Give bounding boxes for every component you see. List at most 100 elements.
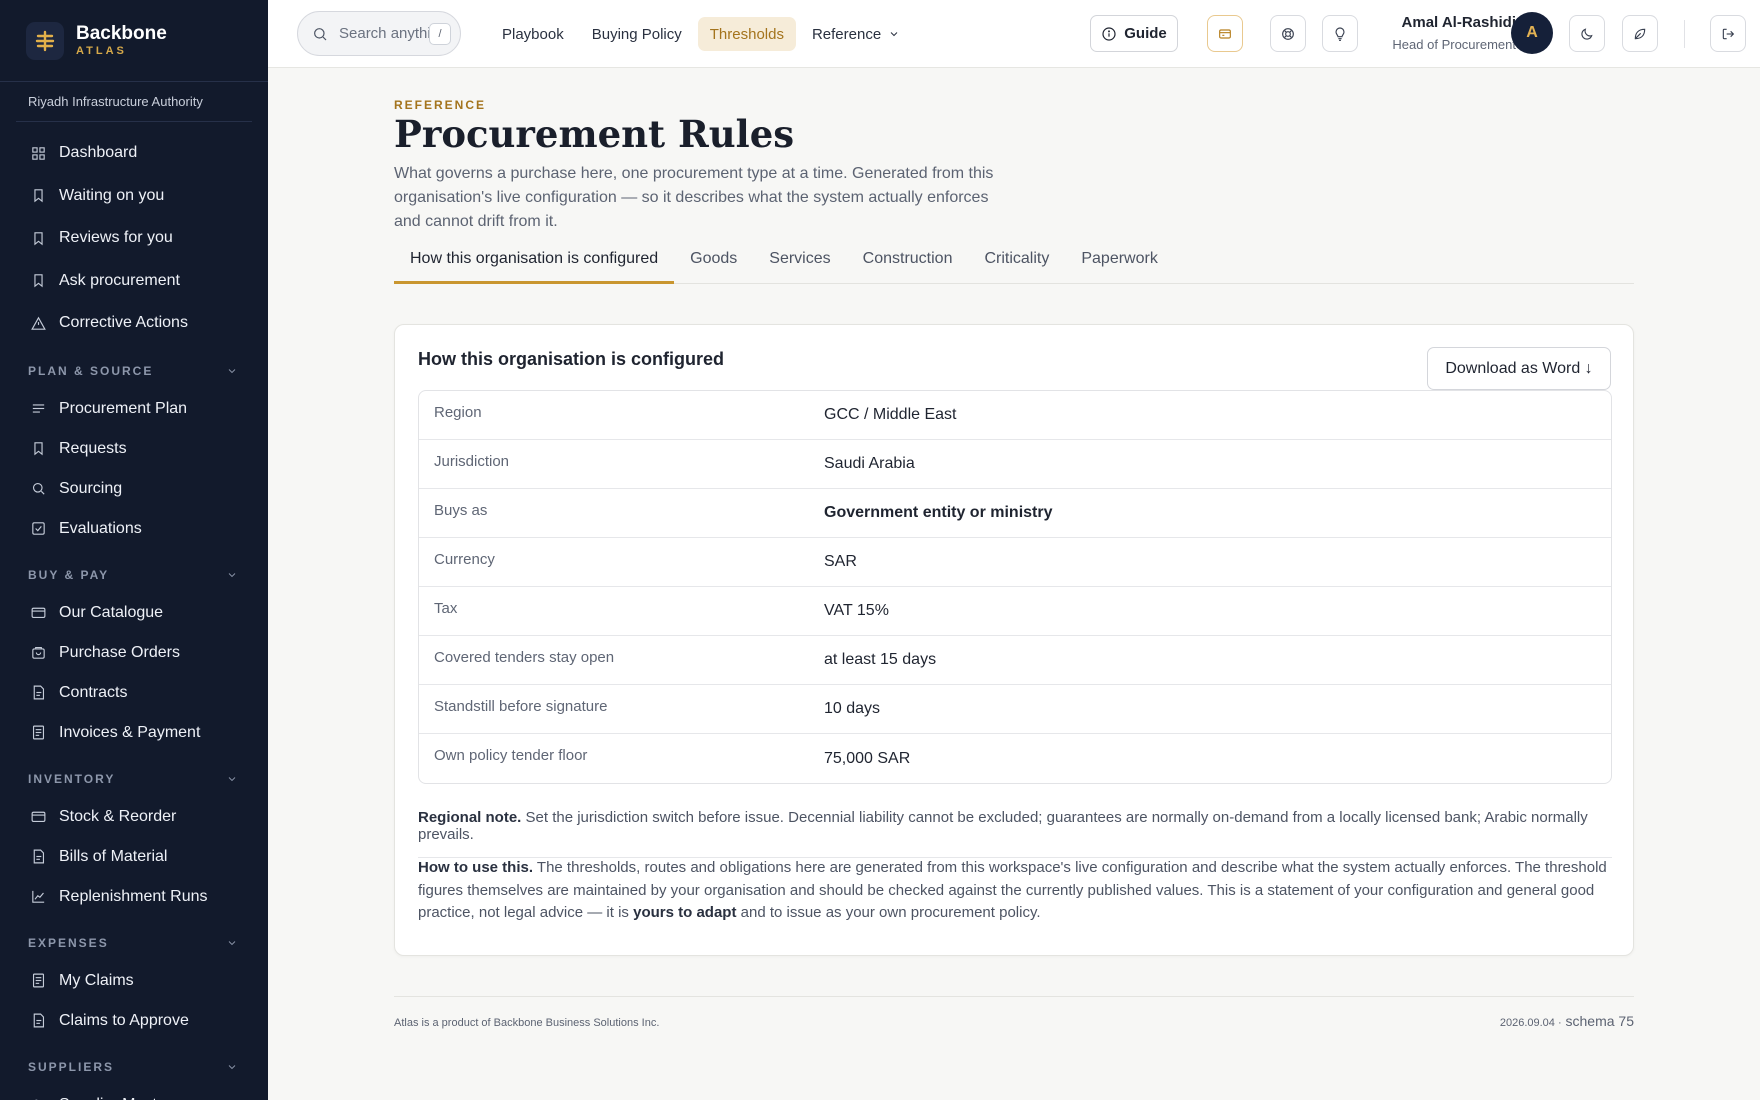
- sidebar-item-purchase-orders[interactable]: Purchase Orders: [0, 633, 268, 673]
- organisation-name: Riyadh Infrastructure Authority: [16, 82, 252, 122]
- page-eyebrow: REFERENCE: [394, 98, 487, 112]
- bookmark-icon: [28, 271, 48, 291]
- tab-goods[interactable]: Goods: [674, 250, 753, 284]
- footer-version: 2026.09.04 · schema 75: [1500, 1013, 1634, 1029]
- topnav-buying-policy[interactable]: Buying Policy: [580, 17, 694, 51]
- sidebar-item-reviews-for-you[interactable]: Reviews for you: [0, 217, 268, 260]
- search-input[interactable]: [339, 25, 429, 42]
- sidebar-item-procurement-plan[interactable]: Procurement Plan: [0, 389, 268, 429]
- sidebar-section-label: PLAN & SOURCE: [28, 363, 154, 378]
- tab-how-this-organisation-is-configured[interactable]: How this organisation is configured: [394, 250, 675, 284]
- sidebar-section-expenses[interactable]: EXPENSES: [0, 925, 268, 961]
- tab-paperwork[interactable]: Paperwork: [1065, 250, 1173, 284]
- receipt-icon: [28, 723, 48, 743]
- how-to-note: How to use this. The thresholds, routes …: [418, 857, 1612, 925]
- sidebar-item-dashboard[interactable]: Dashboard: [0, 132, 268, 175]
- sidebar-section-plan-and-source[interactable]: PLAN & SOURCE: [0, 353, 268, 389]
- logout-button[interactable]: [1710, 15, 1746, 52]
- info-icon: [1102, 26, 1116, 41]
- theme-button[interactable]: [1622, 15, 1658, 52]
- regional-note: Regional note. Set the jurisdiction swit…: [418, 809, 1612, 858]
- row-value: at least 15 days: [824, 651, 937, 668]
- search-box[interactable]: /: [297, 11, 461, 56]
- row-key: Currency: [434, 550, 495, 568]
- table-row: Tax VAT 15%: [419, 587, 1611, 636]
- row-value: 10 days: [824, 700, 881, 717]
- tab-construction[interactable]: Construction: [847, 250, 969, 284]
- tab-bar: How this organisation is configured Goods…: [394, 250, 1634, 284]
- document-icon: [28, 683, 48, 703]
- sidebar-item-contracts[interactable]: Contracts: [0, 673, 268, 713]
- sidebar-item-my-claims[interactable]: My Claims: [0, 961, 268, 1001]
- sidebar-item-requests[interactable]: Requests: [0, 429, 268, 469]
- sidebar-item-label: Our Catalogue: [59, 603, 164, 621]
- sidebar-item-label: Purchase Orders: [59, 643, 180, 661]
- page-intro: What governs a purchase here, one procur…: [394, 165, 994, 230]
- sidebar-item-stock-and-reorder[interactable]: Stock & Reorder: [0, 797, 268, 837]
- sidebar-item-label: Evaluations: [59, 519, 142, 537]
- how-to-end: and to issue as your own procurement pol…: [740, 904, 1041, 921]
- download-word-button[interactable]: Download as Word ↓: [1427, 347, 1611, 390]
- sidebar-item-replenishment-runs[interactable]: Replenishment Runs: [0, 877, 268, 917]
- page-title: Procurement Rules: [394, 112, 795, 156]
- bag-icon: [28, 643, 48, 663]
- sidebar-item-label: Ask procurement: [59, 271, 180, 289]
- tab-services[interactable]: Services: [753, 250, 846, 284]
- sidebar-section-suppliers[interactable]: SUPPLIERS: [0, 1049, 268, 1085]
- sidebar-item-ask-procurement[interactable]: Ask procurement: [0, 260, 268, 303]
- sidebar-item-label: Contracts: [59, 683, 128, 701]
- sidebar-item-evaluations[interactable]: Evaluations: [0, 509, 268, 549]
- topnav-reference[interactable]: Reference: [800, 17, 912, 51]
- brand[interactable]: Backbone ATLAS: [0, 0, 268, 82]
- sidebar-item-supplier-master[interactable]: Supplier Master: [0, 1085, 268, 1100]
- sidebar-section-label: EXPENSES: [28, 935, 109, 950]
- guide-button[interactable]: Guide: [1090, 15, 1178, 52]
- topnav-playbook[interactable]: Playbook: [490, 17, 576, 51]
- sidebar-item-claims-to-approve[interactable]: Claims to Approve: [0, 1001, 268, 1041]
- configuration-card: How this organisation is configured Down…: [394, 324, 1634, 956]
- chevron-down-icon: [228, 940, 236, 945]
- sidebar-item-bills-of-material[interactable]: Bills of Material: [0, 837, 268, 877]
- card-icon: [28, 807, 48, 827]
- chevron-down-icon: [228, 776, 236, 781]
- warning-icon: [28, 313, 48, 333]
- sidebar-item-corrective-actions[interactable]: Corrective Actions: [0, 302, 268, 345]
- sidebar-item-label: Procurement Plan: [59, 399, 188, 417]
- list-icon: [28, 399, 48, 419]
- row-value: 75,000 SAR: [824, 749, 911, 767]
- sidebar-item-waiting-on-you[interactable]: Waiting on you: [0, 175, 268, 218]
- sidebar-item-our-catalogue[interactable]: Our Catalogue: [0, 593, 268, 633]
- table-row: Covered tenders stay open at least 15 day…: [419, 636, 1611, 685]
- footer: Atlas is a product of Backbone Business …: [394, 996, 1634, 1029]
- bookmark-icon: [28, 186, 48, 206]
- wallet-button[interactable]: [1207, 15, 1243, 52]
- tab-criticality[interactable]: Criticality: [968, 250, 1065, 284]
- sidebar-section-inventory[interactable]: INVENTORY: [0, 761, 268, 797]
- table-row: Currency SAR: [419, 538, 1611, 587]
- avatar[interactable]: A: [1511, 12, 1553, 54]
- user-name: Amal Al-Rashidi: [1401, 14, 1516, 31]
- topnav-thresholds[interactable]: Thresholds: [697, 17, 796, 51]
- sidebar-nav: Dashboard Waiting on you Reviews for you As…: [0, 122, 268, 1100]
- grid-icon: [28, 143, 48, 163]
- user-role: Head of Procurement: [1392, 37, 1516, 52]
- card-title: How this organisation is configured: [418, 349, 725, 369]
- sidebar-item-invoices-and-payment[interactable]: Invoices & Payment: [0, 713, 268, 753]
- version-date: 2026.09.04 ·: [1499, 1017, 1562, 1029]
- sidebar-item-sourcing[interactable]: Sourcing: [0, 469, 268, 509]
- brand-logo-icon: [26, 21, 64, 60]
- table-row: Own policy tender floor 75,000 SAR: [419, 734, 1611, 783]
- row-key: Standstill before signature: [434, 697, 608, 715]
- topnav-label: Thresholds: [709, 25, 784, 43]
- row-key: Buys as: [434, 501, 488, 519]
- dark-mode-toggle[interactable]: [1569, 15, 1605, 52]
- regional-note-text: Set the jurisdiction switch before issue…: [418, 809, 1588, 843]
- topnav-label: Playbook: [502, 25, 564, 43]
- sidebar-item-label: Claims to Approve: [59, 1011, 189, 1029]
- users-icon: [28, 1095, 48, 1100]
- sidebar-section-buy-and-pay[interactable]: BUY & PAY: [0, 557, 268, 593]
- search-icon: [28, 479, 48, 499]
- search-icon: [314, 27, 327, 40]
- receipt-icon: [28, 971, 48, 991]
- row-value: GCC / Middle East: [824, 406, 957, 423]
